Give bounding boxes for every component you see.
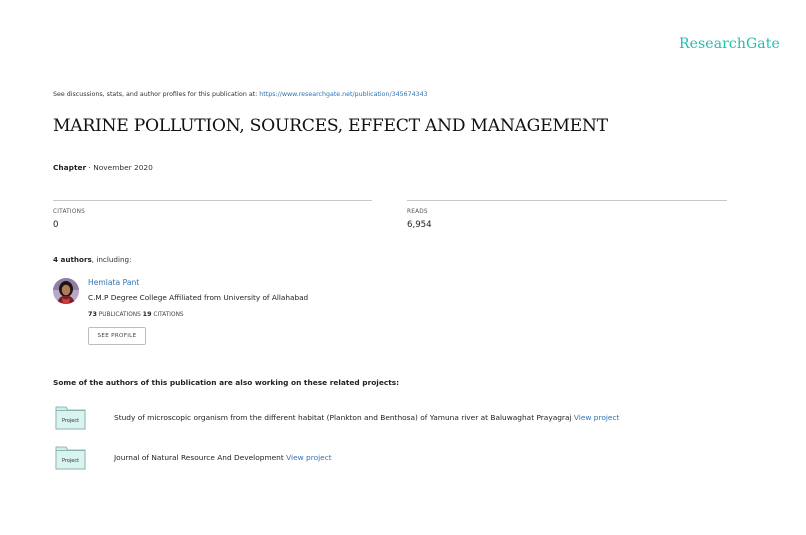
author-citations-label: CITATIONS xyxy=(153,312,184,318)
reads-divider xyxy=(407,200,727,201)
citations-label: CITATIONS xyxy=(53,209,85,215)
discussion-note: See discussions, stats, and author profi… xyxy=(53,91,428,98)
researchgate-logo[interactable]: ResearchGate xyxy=(679,36,780,52)
author-publications-count: 73 xyxy=(88,310,97,318)
author-avatar[interactable] xyxy=(53,278,79,304)
project-title: Study of microscopic organism from the d… xyxy=(114,413,574,422)
reads-value: 6,954 xyxy=(407,220,432,230)
publication-type: Chapter xyxy=(53,163,87,172)
reads-label: READS xyxy=(407,209,428,215)
project-item: Journal of Natural Resource And Developm… xyxy=(114,453,332,462)
project-title: Journal of Natural Resource And Developm… xyxy=(114,453,287,462)
project-icon-label: Project xyxy=(62,418,79,424)
project-item: Study of microscopic organism from the d… xyxy=(114,413,619,422)
author-citations-count: 19 xyxy=(142,310,152,318)
author-affiliation: C.M.P Degree College Affiliated from Uni… xyxy=(88,293,309,302)
citations-divider xyxy=(53,200,372,201)
authors-heading: 4 authors, including: xyxy=(53,255,132,264)
author-name-link[interactable]: Hemlata Pant xyxy=(88,278,139,287)
publication-link[interactable]: https://www.researchgate.net/publication… xyxy=(259,91,427,98)
see-profile-button[interactable]: SEE PROFILE xyxy=(88,327,146,345)
project-icon-label: Project xyxy=(62,458,79,464)
authors-count-suffix: , including: xyxy=(91,255,132,264)
publication-title: MARINE POLLUTION, SOURCES, EFFECT AND MA… xyxy=(53,116,608,136)
related-projects-heading: Some of the authors of this publication … xyxy=(53,378,400,387)
publication-date: November 2020 xyxy=(93,163,153,172)
avatar-photo xyxy=(53,278,79,304)
author-publications-label: PUBLICATIONS xyxy=(98,312,141,318)
project-folder-icon: Project xyxy=(55,444,86,470)
author-stats: 73 PUBLICATIONS 19 CITATIONS xyxy=(88,310,184,318)
view-project-link[interactable]: View project xyxy=(574,413,620,422)
authors-count: 4 authors xyxy=(53,255,92,264)
citations-value: 0 xyxy=(53,220,59,230)
discussion-text: See discussions, stats, and author profi… xyxy=(53,91,260,98)
view-project-link[interactable]: View project xyxy=(286,453,332,462)
publication-meta: Chapter · November 2020 xyxy=(53,163,153,172)
project-folder-icon: Project xyxy=(55,404,86,430)
